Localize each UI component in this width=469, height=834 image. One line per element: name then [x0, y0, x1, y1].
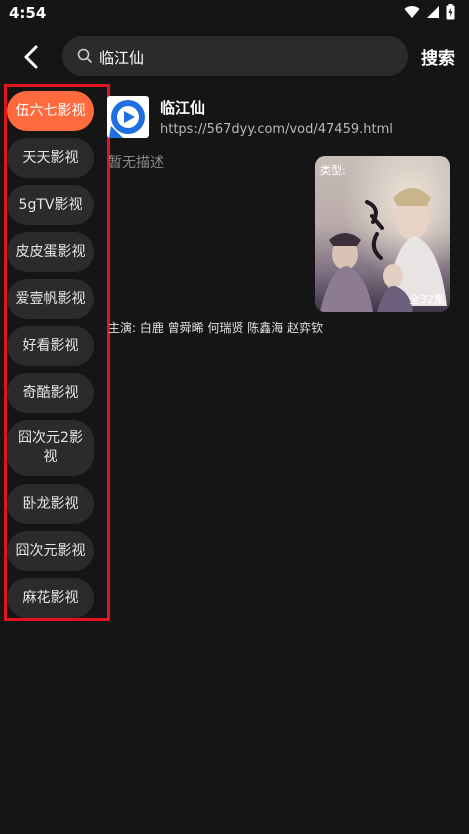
cellular-signal-icon — [427, 6, 439, 18]
result-description: 暂无描述 — [108, 155, 164, 171]
cast-list: 主演: 白鹿 曾舜晞 何瑞贤 陈鑫海 赵弈钦 — [108, 321, 324, 335]
source-item[interactable]: 伍六七影视 — [7, 91, 94, 131]
search-icon — [77, 48, 92, 63]
top-bar: 临江仙 搜索 — [0, 34, 469, 78]
source-item[interactable]: 皮皮蛋影视 — [7, 232, 94, 272]
status-bar: 4:54 — [0, 0, 469, 26]
status-time: 4:54 — [9, 4, 47, 22]
source-item[interactable]: 囧次元2影视 — [7, 420, 94, 476]
wifi-icon — [404, 6, 420, 19]
search-input[interactable]: 临江仙 — [62, 36, 408, 76]
source-item[interactable]: 囧次元影视 — [7, 531, 94, 571]
back-button[interactable] — [16, 42, 48, 72]
search-query: 临江仙 — [99, 49, 145, 67]
app-logo — [107, 96, 149, 138]
search-button[interactable]: 搜索 — [421, 44, 455, 69]
source-item[interactable]: 5gTV影视 — [7, 185, 94, 225]
source-item[interactable]: 麻花影视 — [7, 578, 94, 618]
poster-image[interactable]: 类型: 全32集 — [315, 156, 450, 312]
battery-icon — [446, 4, 455, 20]
poster-episode-count: 全32集 — [409, 293, 445, 306]
back-arrow-icon — [24, 45, 38, 69]
status-icons — [404, 4, 455, 20]
source-item[interactable]: 卧龙影视 — [7, 484, 94, 524]
result-url[interactable]: https://567dyy.com/vod/47459.html — [160, 122, 393, 137]
source-item[interactable]: 爱壹帆影视 — [7, 279, 94, 319]
source-item[interactable]: 天天影视 — [7, 138, 94, 178]
poster-type-label: 类型: — [320, 164, 346, 177]
result-title[interactable]: 临江仙 — [160, 97, 205, 118]
source-item[interactable]: 奇酷影视 — [7, 373, 94, 413]
source-item[interactable]: 好看影视 — [7, 326, 94, 366]
